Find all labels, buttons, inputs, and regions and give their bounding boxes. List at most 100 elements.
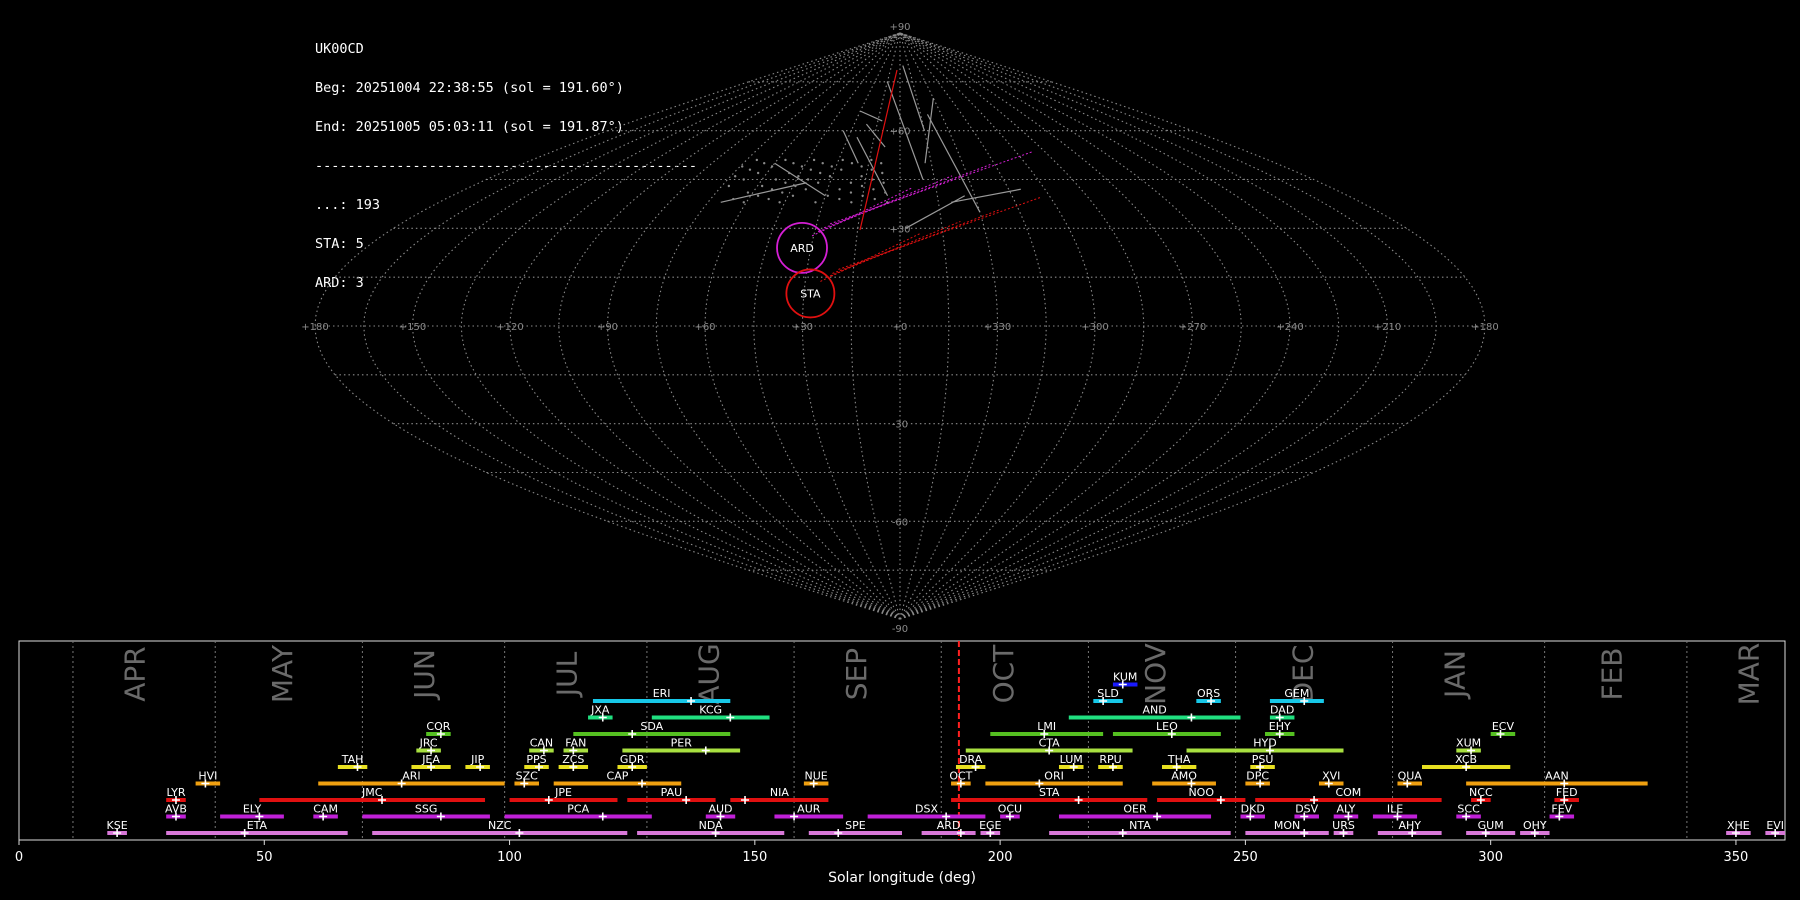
shower-label: ALY	[1336, 803, 1355, 816]
shower-label: ORS	[1197, 687, 1220, 700]
shower-label: EVI	[1766, 819, 1784, 832]
meteor-trail	[860, 110, 883, 122]
meteor-trail	[926, 114, 981, 213]
shower-label: SCC	[1457, 803, 1480, 816]
shower-label: CAP	[607, 770, 629, 783]
shower-label: SLD	[1097, 687, 1119, 700]
shower-label: DPC	[1246, 770, 1269, 783]
detection-point	[870, 168, 873, 171]
latitude-label: -60	[892, 517, 908, 528]
x-tick-label: 50	[256, 850, 273, 865]
x-axis-title: Solar longitude (deg)	[828, 870, 976, 886]
longitude-label: +120	[496, 322, 523, 333]
shower-label: ILE	[1387, 803, 1403, 816]
meridian-gridline	[411, 32, 901, 620]
shower-label: AMO	[1171, 770, 1197, 783]
shower-label: CTA	[1039, 737, 1061, 750]
detection-point	[804, 188, 808, 191]
detection-point	[794, 184, 797, 188]
shower-label: GUM	[1478, 819, 1504, 832]
detection-point	[881, 171, 884, 175]
shower-label: RPU	[1099, 753, 1121, 766]
month-label: FEB	[1595, 647, 1628, 700]
detection-point	[774, 178, 778, 181]
shower-label: NIA	[770, 786, 789, 799]
detection-point	[830, 165, 833, 168]
shower-label: CAM	[313, 803, 338, 816]
detection-point	[797, 175, 800, 178]
shower-timeline-chart: APR MAY JUN JUL AUG SEP OCT NOV DEC JAN FEB MARKUME…	[15, 640, 1786, 886]
latitude-label: -30	[892, 420, 908, 431]
detection-point	[733, 175, 737, 178]
shower-label: KCG	[699, 704, 722, 717]
shower-label: AVB	[165, 803, 187, 816]
detection-point	[784, 158, 787, 162]
detection-point	[763, 162, 766, 165]
detection-point	[850, 201, 853, 204]
month-label: JAN	[1438, 650, 1471, 700]
shower-label: EHY	[1269, 720, 1291, 733]
meridian-gridline	[655, 32, 901, 620]
detection-point	[755, 158, 759, 162]
detection-point	[778, 201, 781, 204]
detection-point	[816, 181, 820, 184]
radiant-sky-map: +180 +150 +120 +90 +60 +30 +0 +330 +300 +270 +240 +…	[301, 22, 1498, 635]
shower-label: JXA	[590, 704, 610, 717]
shower-label: NZC	[488, 819, 512, 832]
detection-point	[841, 158, 844, 162]
month-label: NOV	[1139, 643, 1172, 705]
month-label: AUG	[693, 643, 726, 704]
month-label: APR	[119, 646, 152, 702]
detection-point	[882, 181, 885, 184]
shower-label: XUM	[1456, 737, 1481, 750]
detection-point	[838, 188, 841, 191]
shower-label: XCB	[1455, 753, 1477, 766]
shower-label: ZCS	[562, 753, 584, 766]
detection-point	[872, 188, 875, 191]
shower-label: FED	[1556, 786, 1578, 799]
radiant-track	[823, 163, 993, 229]
detection-point	[873, 197, 876, 201]
shower-label: ETA	[247, 819, 268, 832]
shower-label: AAN	[1545, 770, 1569, 783]
shower-label: ORI	[1044, 770, 1064, 783]
detection-point	[812, 158, 816, 162]
shower-label: LYR	[166, 786, 185, 799]
shower-label: DSX	[915, 803, 938, 816]
longitude-label: +270	[1179, 322, 1206, 333]
radiant-track	[817, 175, 953, 233]
shower-label: SPE	[845, 819, 866, 832]
meteor-trail	[902, 65, 925, 131]
radiant-label: ARD	[790, 242, 814, 255]
shower-label: LMI	[1037, 720, 1056, 733]
x-tick-label: 350	[1724, 850, 1749, 865]
shower-label: PER	[671, 737, 693, 750]
detection-point	[787, 171, 791, 175]
shower-label: CAN	[530, 737, 553, 750]
shower-label: NDA	[699, 819, 724, 832]
shower-label: STA	[1039, 786, 1060, 799]
longitude-label: +60	[694, 322, 715, 333]
shower-label: DKD	[1241, 803, 1265, 816]
detection-point	[748, 168, 752, 171]
longitude-label: +180	[301, 322, 328, 333]
detection-point	[800, 165, 804, 168]
shower-label: LEO	[1156, 720, 1178, 733]
detection-point	[821, 162, 824, 165]
detection-point	[814, 201, 817, 204]
longitude-label: +150	[399, 322, 426, 333]
shower-label: OCT	[949, 770, 972, 783]
shower-label: JEA	[421, 753, 440, 766]
longitude-label: +30	[792, 322, 813, 333]
detection-point	[849, 181, 853, 184]
shower-label: FAN	[565, 737, 586, 750]
shower-label: NCC	[1469, 786, 1493, 799]
shower-label: SSG	[415, 803, 438, 816]
radiant-track	[832, 208, 1001, 274]
shower-label: AND	[1143, 704, 1167, 717]
detection-point	[884, 191, 887, 194]
month-label: JUN	[408, 649, 441, 701]
detection-point	[860, 184, 864, 188]
shower-label: JRC	[419, 737, 438, 750]
meridian-gridline	[899, 32, 1340, 620]
